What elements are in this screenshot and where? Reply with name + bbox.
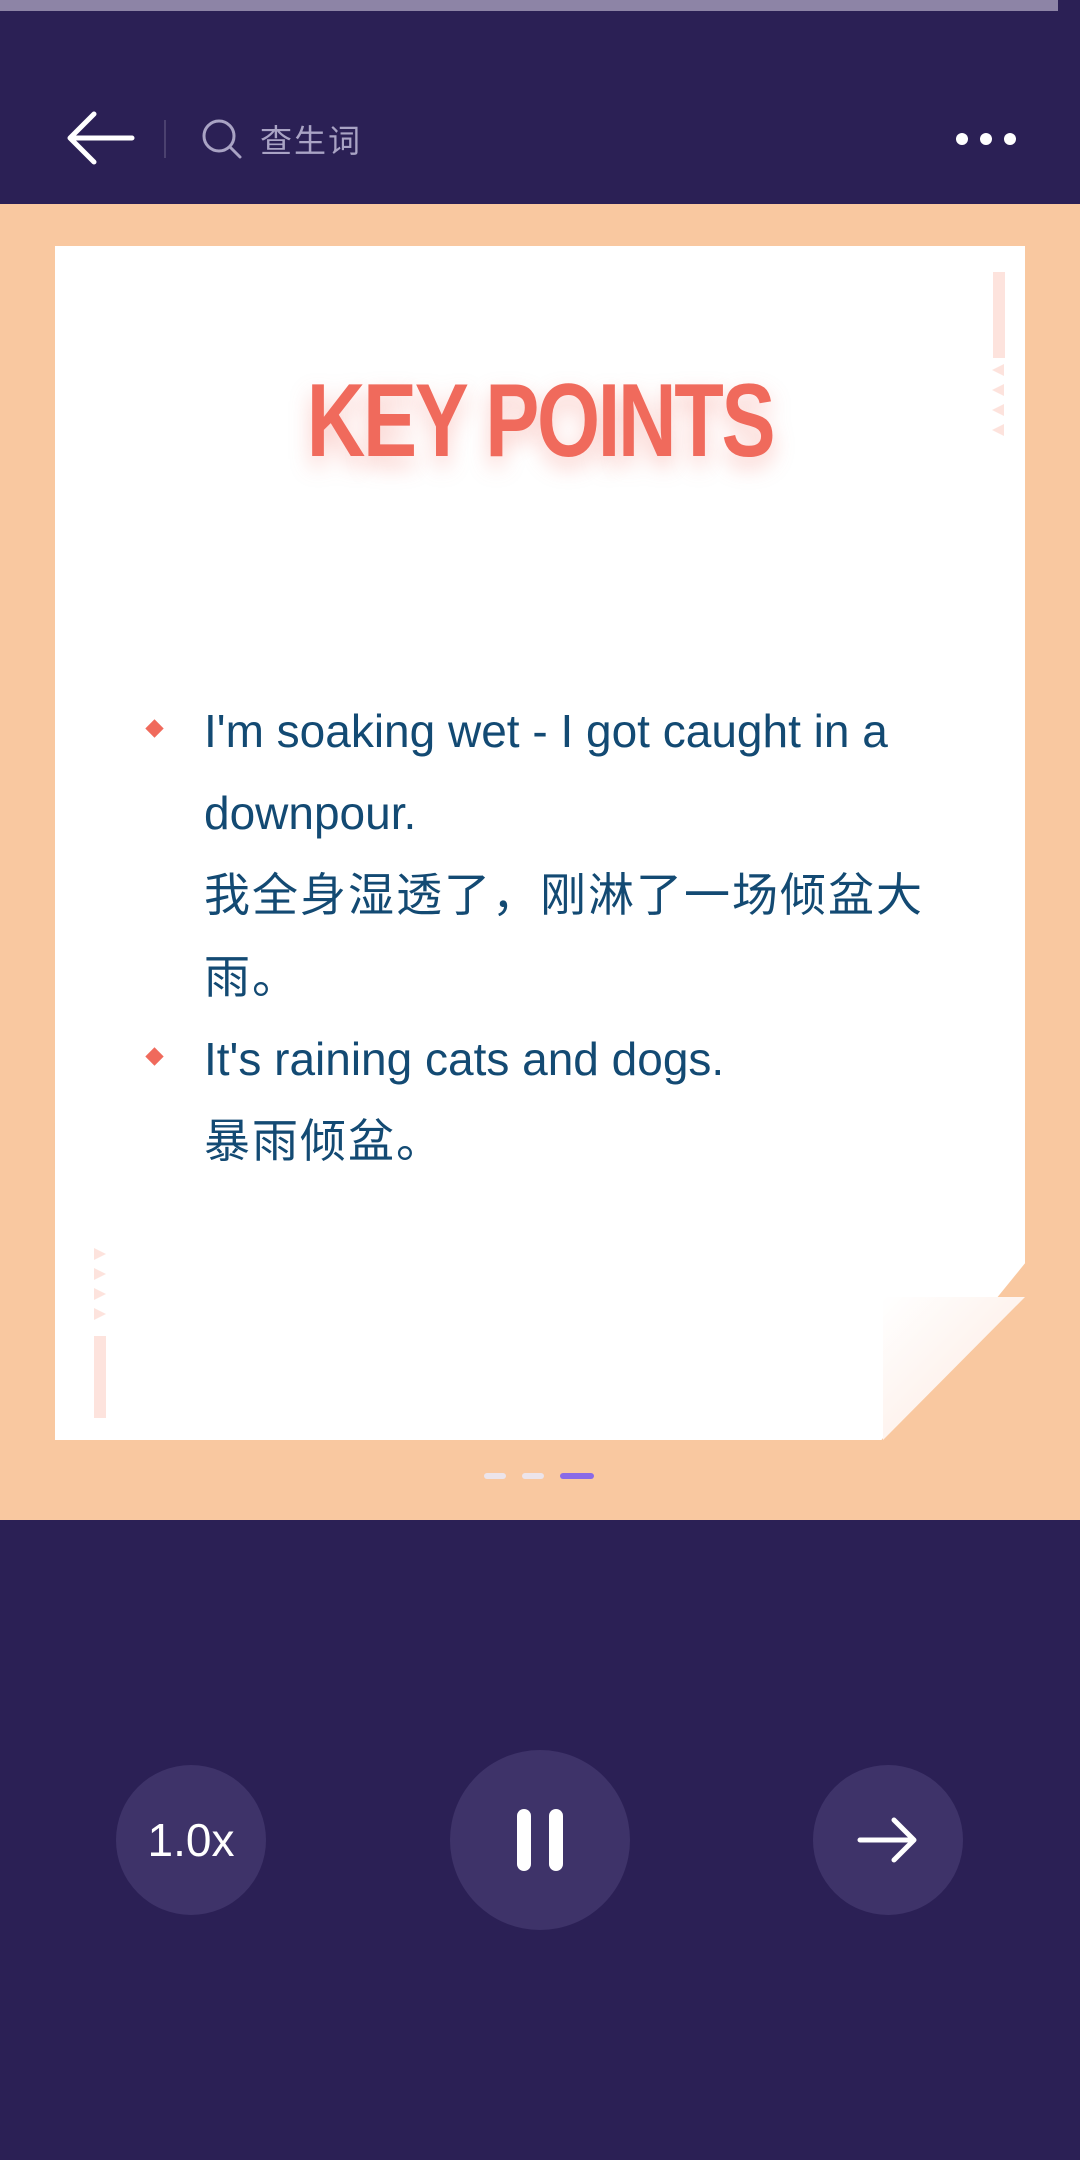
chinese-translation: 我全身湿透了，刚淋了一场倾盆大雨。 bbox=[204, 868, 924, 1004]
playback-progress-fill bbox=[0, 0, 1059, 11]
word-lookup-button[interactable]: 查生词 bbox=[200, 112, 362, 166]
english-sentence: It's raining cats and dogs. bbox=[204, 1033, 725, 1085]
english-sentence: I'm soaking wet - I got caught in a down… bbox=[204, 705, 888, 839]
slide-title: KEY POINTS bbox=[306, 363, 776, 479]
playback-progress-bar bbox=[0, 0, 1080, 11]
playback-speed-label: 1.0x bbox=[147, 1814, 235, 1866]
key-points-list: I'm soaking wet - I got caught in a down… bbox=[140, 690, 960, 1182]
page-curl-decoration bbox=[883, 1297, 1025, 1440]
decorative-triangles bbox=[94, 1248, 106, 1320]
pause-icon bbox=[517, 1809, 563, 1871]
bullet-diamond-icon bbox=[145, 1047, 164, 1066]
decorative-triangles bbox=[992, 364, 1004, 436]
playback-speed-button[interactable]: 1.0x bbox=[116, 1765, 266, 1915]
next-button[interactable] bbox=[813, 1765, 963, 1915]
pause-button[interactable] bbox=[450, 1750, 630, 1930]
bullet-diamond-icon bbox=[145, 719, 164, 738]
word-lookup-label: 查生词 bbox=[260, 122, 363, 160]
back-button[interactable] bbox=[62, 106, 136, 170]
page-dot[interactable] bbox=[484, 1473, 506, 1479]
arrow-right-icon bbox=[857, 1817, 917, 1863]
decorative-stripe bbox=[94, 1336, 106, 1418]
header-divider bbox=[164, 120, 166, 158]
slide-pagination bbox=[484, 1473, 594, 1481]
decorative-stripe bbox=[993, 272, 1005, 358]
more-options-button[interactable] bbox=[950, 114, 1022, 164]
top-bar: 查生词 bbox=[0, 100, 1080, 176]
more-horizontal-icon bbox=[956, 133, 1016, 145]
list-item: It's raining cats and dogs. 暴雨倾盆。 bbox=[140, 1018, 960, 1182]
page-dot-active[interactable] bbox=[560, 1473, 594, 1479]
chinese-translation: 暴雨倾盆。 bbox=[204, 1114, 444, 1168]
list-item: I'm soaking wet - I got caught in a down… bbox=[140, 690, 960, 1018]
search-icon bbox=[202, 119, 242, 159]
arrow-left-icon bbox=[67, 111, 135, 165]
page-dot[interactable] bbox=[522, 1473, 544, 1479]
